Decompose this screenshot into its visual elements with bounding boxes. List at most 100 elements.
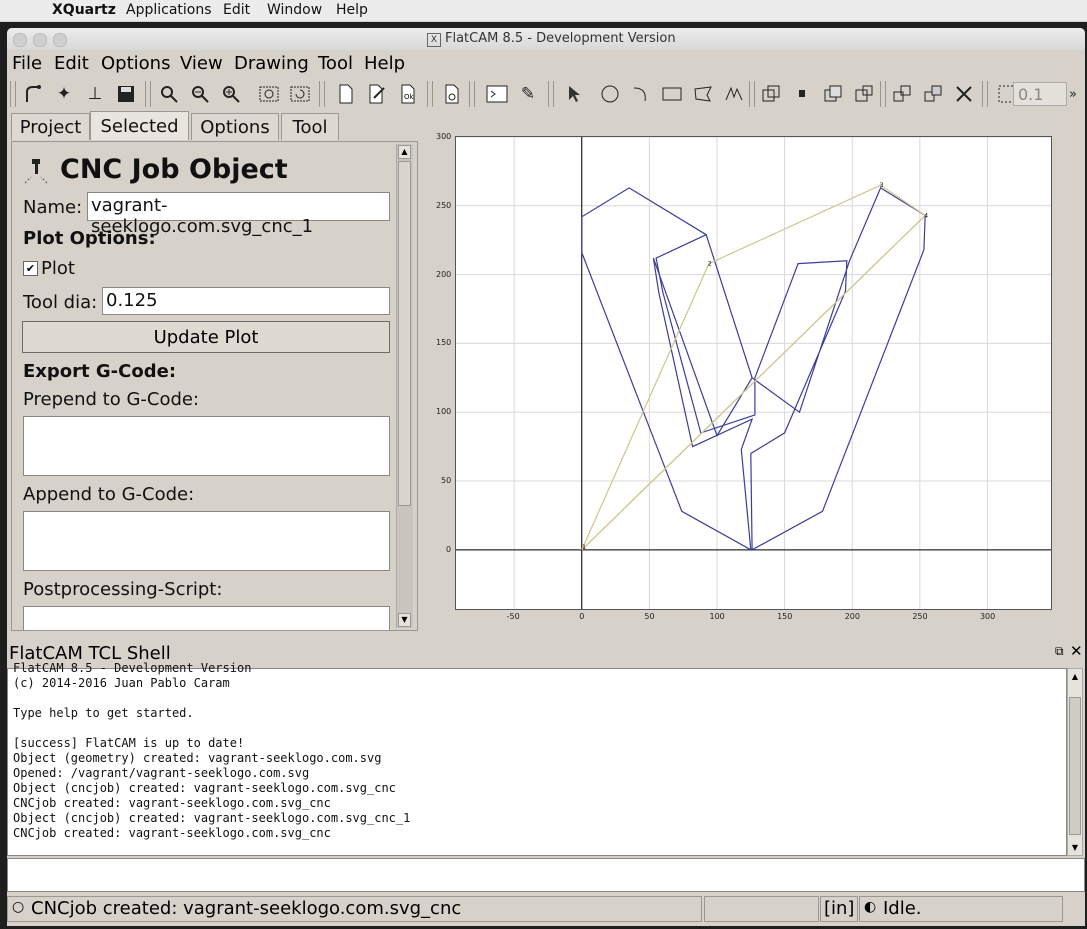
- polygon-tool-icon[interactable]: [691, 82, 715, 106]
- shell-scrollbar[interactable]: ▲ ▼: [1067, 668, 1083, 856]
- delete-object-icon[interactable]: [440, 82, 464, 106]
- point-marker: 1: [582, 544, 586, 551]
- menu-file[interactable]: File: [12, 53, 42, 74]
- toolpath-series-2: [750, 187, 926, 551]
- update-geometry-icon[interactable]: Ok: [396, 82, 420, 106]
- open-excellon-icon[interactable]: ✦: [52, 82, 76, 106]
- move-shape-icon[interactable]: [921, 82, 945, 106]
- minimize-window-button[interactable]: [33, 33, 47, 47]
- shell-icon[interactable]: [485, 82, 509, 106]
- update-plot-button[interactable]: Update Plot: [22, 321, 390, 353]
- shell-scroll-thumb[interactable]: [1069, 697, 1081, 835]
- tab-tool[interactable]: Tool: [281, 113, 339, 140]
- cut-path-icon[interactable]: [852, 82, 876, 106]
- status-circle-icon: ○: [12, 899, 25, 915]
- shell-line: CNCjob created: vagrant-seeklogo.com.svg…: [13, 826, 331, 840]
- plot-svg[interactable]: 1 2 3 4: [456, 136, 1051, 609]
- replot-icon[interactable]: [288, 82, 312, 106]
- path-tool-icon[interactable]: [722, 82, 746, 106]
- shell-command-input[interactable]: [7, 858, 1085, 892]
- tab-options[interactable]: Options: [191, 113, 279, 140]
- copy-shape-icon[interactable]: [890, 82, 914, 106]
- tab-project[interactable]: Project: [11, 113, 90, 140]
- pencil-icon[interactable]: ✎: [516, 82, 540, 106]
- panel-scrollbar[interactable]: ▲ ▼: [396, 144, 413, 628]
- toolbar-handle[interactable]: [10, 81, 16, 107]
- open-gcode-icon[interactable]: ⊥: [83, 82, 107, 106]
- tab-selected[interactable]: Selected: [90, 111, 189, 140]
- float-dock-icon[interactable]: ⧉: [1055, 644, 1064, 659]
- x-tick-label: 50: [644, 612, 655, 621]
- shell-line: Object (cncjob) created: vagrant-seeklog…: [13, 781, 396, 795]
- menu-view[interactable]: View: [180, 53, 223, 74]
- menu-edit[interactable]: Edit: [54, 53, 89, 74]
- zoom-fit-icon[interactable]: [157, 82, 181, 106]
- point-marker: 2: [708, 261, 712, 268]
- plot-checkbox[interactable]: ✔: [23, 261, 38, 276]
- union-icon[interactable]: [759, 82, 783, 106]
- x-tick-label: 300: [979, 612, 996, 621]
- tool-dia-input[interactable]: 0.125: [102, 287, 390, 315]
- scroll-down-icon[interactable]: ▼: [398, 613, 411, 627]
- y-tick-label: 150: [436, 338, 452, 348]
- mac-menu-window[interactable]: Window: [267, 2, 322, 18]
- intersection-icon[interactable]: [790, 82, 814, 106]
- x-tick-label: 200: [844, 612, 860, 621]
- circle-tool-icon[interactable]: [598, 82, 622, 106]
- y-tick-label: 50: [441, 476, 452, 486]
- zoom-window-button[interactable]: [53, 33, 67, 47]
- x-tick-label: 250: [912, 612, 928, 621]
- toolbar-separator: [982, 81, 988, 107]
- shell-scroll-up-icon[interactable]: ▲: [1069, 670, 1081, 684]
- delete-shape-icon[interactable]: [952, 82, 976, 106]
- y-tick-label: 200: [436, 269, 452, 279]
- plot-canvas[interactable]: 1 2 3 4: [455, 136, 1052, 610]
- panel-scroll-thumb[interactable]: [398, 161, 411, 506]
- status-state-box: ◐ Idle.: [859, 896, 1063, 922]
- y-tick-label: 300: [436, 132, 452, 141]
- scroll-up-icon[interactable]: ▲: [398, 145, 411, 159]
- x11-icon: X: [427, 33, 441, 47]
- plot-options-label: Plot Options:: [23, 228, 156, 249]
- x-tick-label: 0: [579, 612, 585, 621]
- new-geometry-icon[interactable]: [334, 82, 358, 106]
- x-tick-label: 150: [777, 612, 793, 621]
- zoom-out-icon[interactable]: [188, 82, 212, 106]
- clear-plot-icon[interactable]: [257, 82, 281, 106]
- point-marker: 3: [880, 182, 884, 189]
- menu-tool[interactable]: Tool: [318, 53, 353, 74]
- status-state: Idle.: [883, 898, 922, 919]
- toolpath-series-0: [581, 187, 754, 551]
- edit-geometry-icon[interactable]: [365, 82, 389, 106]
- shell-output[interactable]: FlatCAM 8.5 - Development Version (c) 201…: [7, 661, 1067, 856]
- prepend-gcode-textarea[interactable]: [23, 416, 390, 476]
- mac-menu-applications[interactable]: Applications: [126, 2, 212, 18]
- toolbar-separator: [880, 81, 886, 107]
- select-arrow-icon[interactable]: [562, 82, 586, 106]
- prepend-gcode-label: Prepend to G-Code:: [23, 389, 200, 410]
- menu-drawing[interactable]: Drawing: [234, 53, 309, 74]
- name-input[interactable]: vagrant-seeklogo.com.svg_cnc_1: [87, 192, 390, 237]
- zoom-in-icon[interactable]: [219, 82, 243, 106]
- rectangle-tool-icon[interactable]: [660, 82, 684, 106]
- status-message: CNCjob created: vagrant-seeklogo.com.svg…: [31, 898, 462, 919]
- menu-help[interactable]: Help: [364, 53, 405, 74]
- arc-tool-icon[interactable]: [629, 82, 653, 106]
- shell-scroll-down-icon[interactable]: ▼: [1069, 841, 1081, 855]
- close-shell-icon[interactable]: ✕: [1070, 642, 1083, 660]
- name-label: Name:: [23, 197, 83, 218]
- open-gerber-icon[interactable]: [21, 82, 45, 106]
- menu-options[interactable]: Options: [101, 53, 170, 74]
- toolbar-overflow-icon[interactable]: »: [1066, 82, 1080, 106]
- close-window-button[interactable]: [13, 33, 27, 47]
- subtract-icon[interactable]: [821, 82, 845, 106]
- save-icon[interactable]: [114, 82, 138, 106]
- mac-app-name[interactable]: XQuartz: [52, 2, 116, 18]
- postprocessing-textarea[interactable]: [23, 606, 390, 630]
- mac-menu-help[interactable]: Help: [336, 2, 368, 18]
- x-tick-label: -50: [506, 612, 520, 621]
- mac-menu-edit[interactable]: Edit: [223, 2, 250, 18]
- flatcam-window: X FlatCAM 8.5 - Development Version File …: [7, 28, 1085, 926]
- grid-value-field[interactable]: 0.1: [1013, 82, 1067, 106]
- append-gcode-textarea[interactable]: [23, 511, 390, 571]
